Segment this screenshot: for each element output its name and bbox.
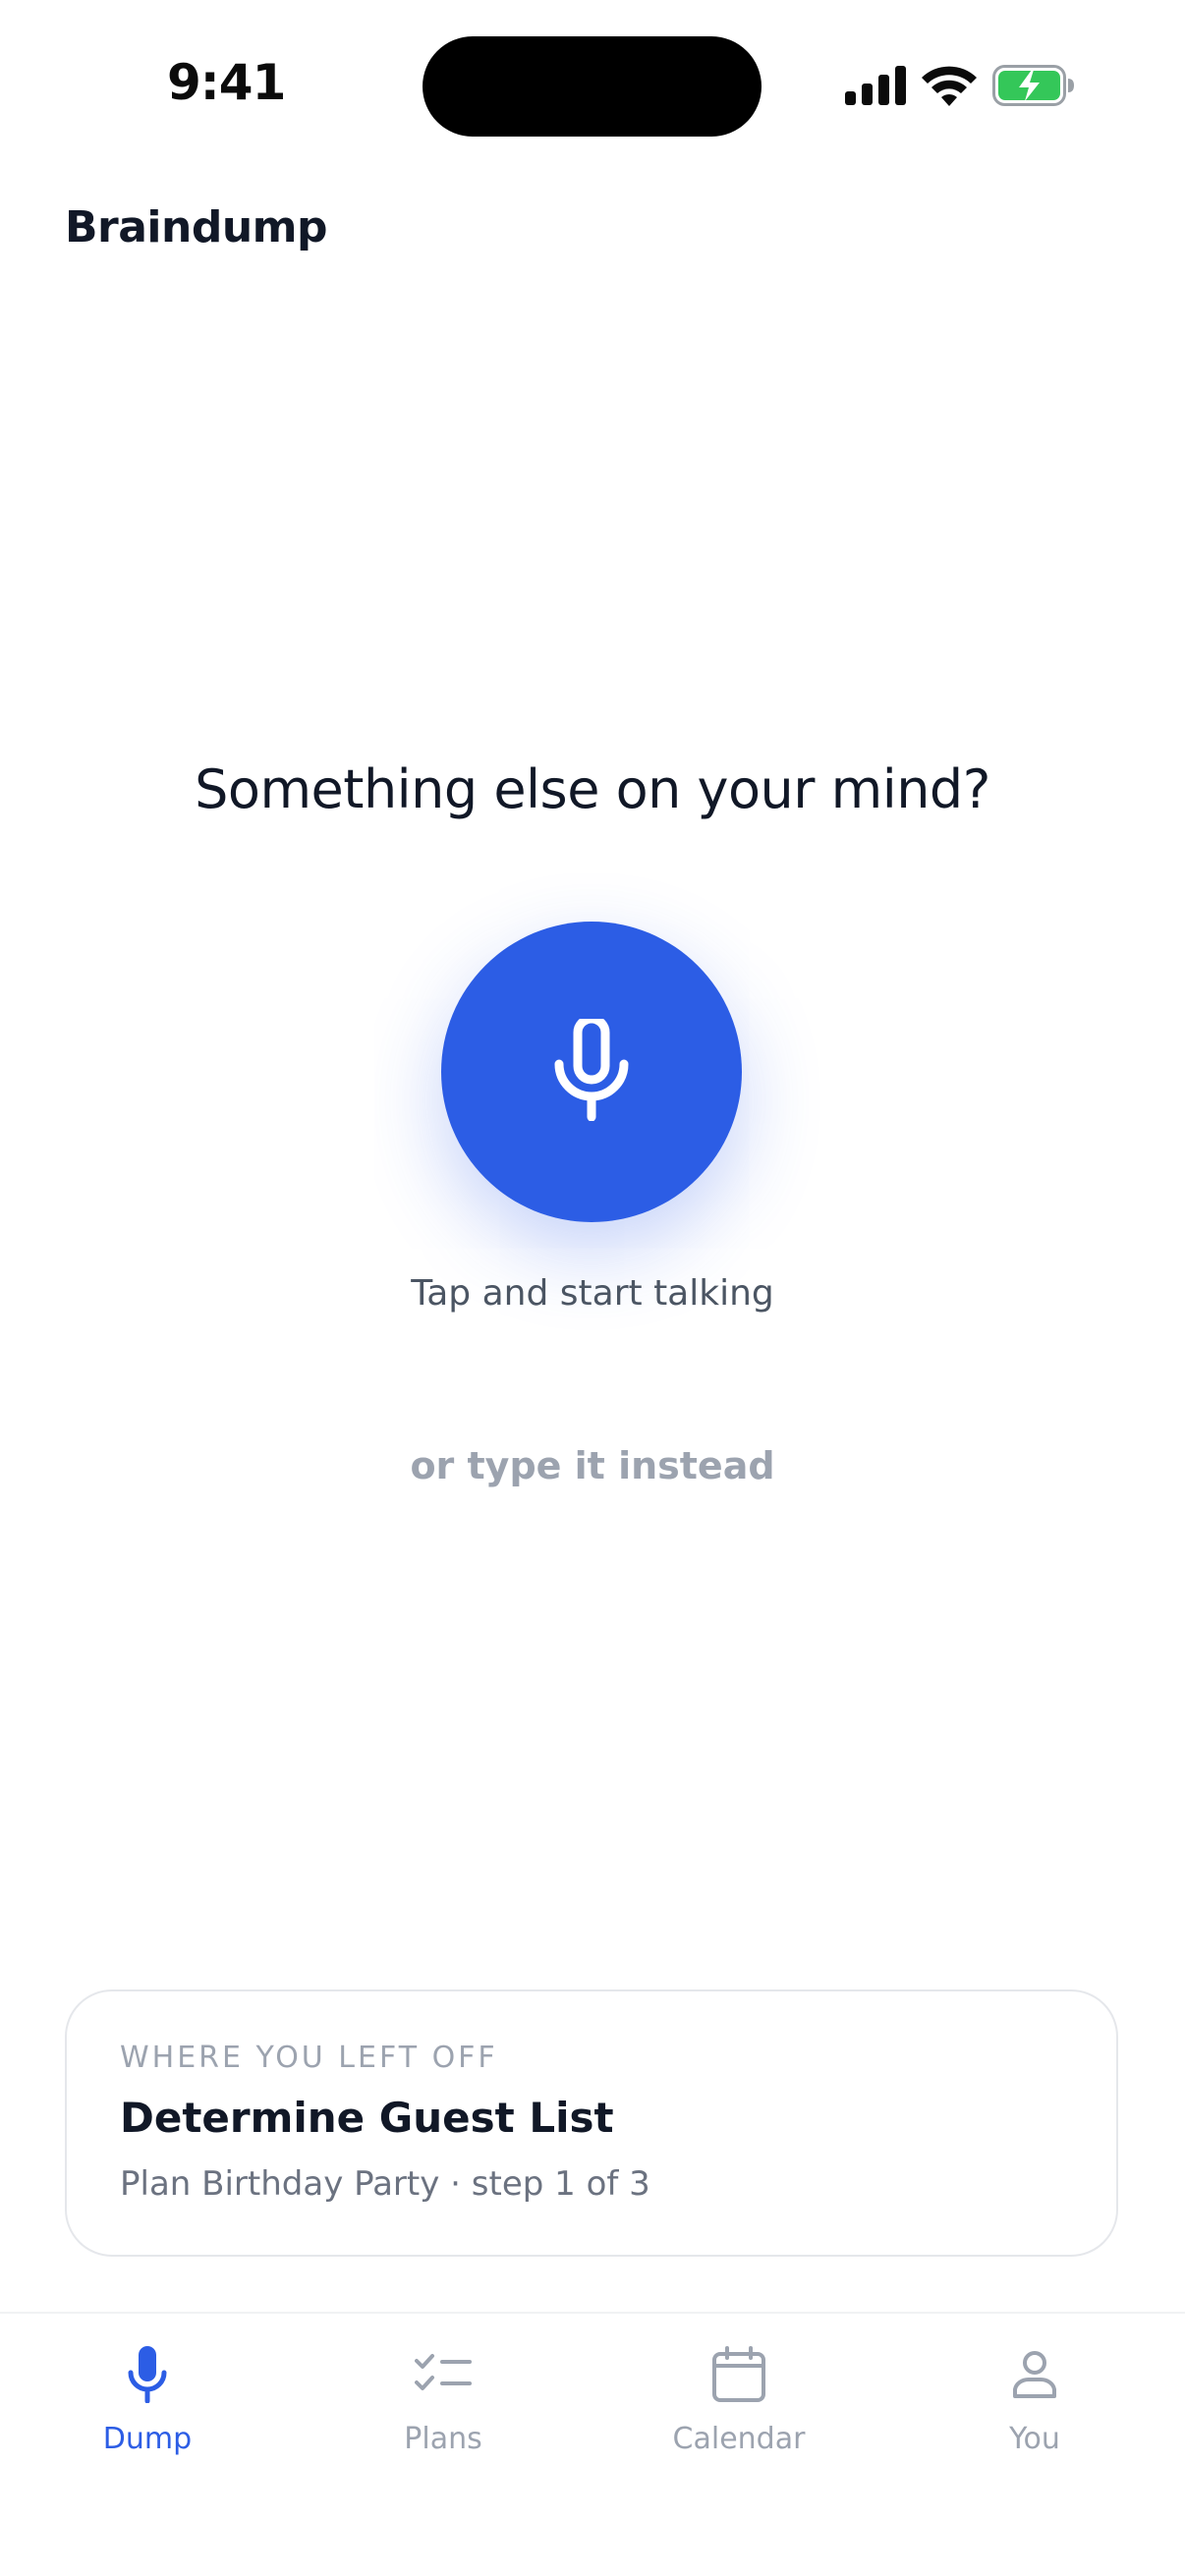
microphone-icon bbox=[118, 2345, 177, 2404]
tab-calendar[interactable]: Calendar bbox=[592, 2345, 886, 2492]
tab-label: Calendar bbox=[672, 2422, 806, 2456]
braindump-screen: 9:41 Braindump Something else on your mi… bbox=[0, 0, 1185, 2576]
prompt-heading: Something else on your mind? bbox=[195, 758, 990, 820]
card-eyebrow: WHERE YOU LEFT OFF bbox=[120, 2041, 498, 2075]
status-time: 9:41 bbox=[167, 54, 286, 111]
mic-caption: Tap and start talking bbox=[411, 1273, 774, 1314]
battery-charging-icon bbox=[992, 65, 1075, 106]
tab-label: Plans bbox=[404, 2422, 482, 2456]
record-button[interactable] bbox=[441, 922, 742, 1222]
checklist-icon bbox=[414, 2345, 473, 2404]
person-icon bbox=[1005, 2345, 1064, 2404]
tab-plans[interactable]: Plans bbox=[296, 2345, 591, 2492]
tab-label: You bbox=[1009, 2422, 1060, 2456]
dynamic-island bbox=[423, 36, 762, 137]
wifi-icon bbox=[922, 65, 977, 106]
app-title: Braindump bbox=[65, 202, 328, 252]
tab-label: Dump bbox=[102, 2422, 193, 2456]
card-title: Determine Guest List bbox=[120, 2094, 614, 2142]
calendar-icon bbox=[709, 2345, 768, 2404]
tab-dump[interactable]: Dump bbox=[0, 2345, 295, 2492]
tab-you[interactable]: You bbox=[887, 2345, 1182, 2492]
card-subtitle: Plan Birthday Party · step 1 of 3 bbox=[120, 2164, 650, 2204]
type-instead-link[interactable]: or type it instead bbox=[0, 1444, 1185, 1487]
status-icons bbox=[845, 61, 1075, 110]
resume-card[interactable]: WHERE YOU LEFT OFF Determine Guest List … bbox=[65, 1989, 1118, 2257]
tab-bar: Dump Plans Calendar You bbox=[0, 2312, 1185, 2576]
microphone-icon bbox=[554, 1014, 629, 1125]
cellular-signal-icon bbox=[845, 66, 906, 105]
